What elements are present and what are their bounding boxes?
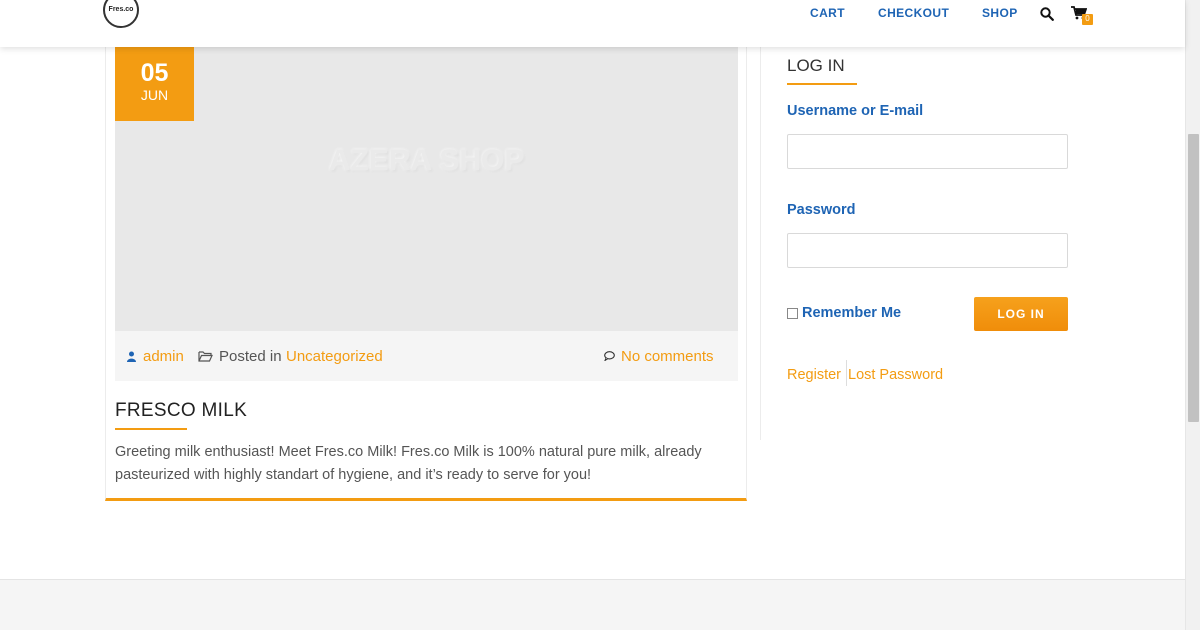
site-footer [0, 579, 1185, 630]
login-widget-underline [787, 83, 857, 85]
page-scrollbar[interactable] [1185, 0, 1200, 630]
post-date-month: JUN [140, 87, 169, 103]
post-meta-bar: admin Posted in Uncategorized No comment… [115, 331, 738, 381]
post-excerpt: Greeting milk enthusiast! Meet Fres.co M… [115, 444, 702, 483]
login-button[interactable]: LOG IN [974, 297, 1068, 331]
blog-post-card: AZERA SHOP 05 JUN admin Posted in Uncate… [105, 40, 747, 501]
login-widget-title: LOG IN [787, 56, 845, 75]
password-input[interactable] [787, 233, 1068, 268]
site-header: Fres.co CART CHECKOUT SHOP 0 [0, 0, 1185, 47]
post-title[interactable]: FRESCO MILK [115, 400, 247, 422]
post-author-link[interactable]: admin [143, 348, 184, 365]
post-date-day: 05 [140, 59, 169, 87]
remember-me-label[interactable]: Remember Me [802, 305, 901, 321]
post-comments-link[interactable]: No comments [621, 348, 714, 365]
nav-shop-link[interactable]: SHOP [982, 6, 1018, 20]
username-label: Username or E-mail [787, 103, 924, 119]
username-input[interactable] [787, 134, 1068, 169]
register-link[interactable]: Register [787, 367, 841, 383]
post-date-badge: 05 JUN [115, 43, 194, 121]
search-icon[interactable] [1040, 7, 1054, 21]
image-watermark: AZERA SHOP [328, 144, 525, 177]
post-category-link[interactable]: Uncategorized [286, 348, 383, 365]
remember-me-checkbox[interactable] [787, 308, 798, 319]
cart-count-badge: 0 [1082, 14, 1093, 25]
comment-icon [604, 351, 615, 361]
sidebar-divider [760, 47, 761, 440]
user-icon [127, 351, 136, 362]
post-featured-image[interactable]: AZERA SHOP [115, 41, 738, 331]
links-separator [846, 360, 847, 386]
logo-text: Fres.co [108, 6, 134, 13]
password-label: Password [787, 202, 856, 218]
post-title-underline [115, 428, 187, 430]
nav-cart-link[interactable]: CART [810, 6, 845, 20]
posted-in-label: Posted in [219, 348, 282, 365]
site-logo[interactable]: Fres.co [103, 0, 139, 28]
lost-password-link[interactable]: Lost Password [848, 367, 943, 383]
scrollbar-thumb[interactable] [1188, 134, 1199, 422]
folder-icon [198, 351, 213, 362]
nav-checkout-link[interactable]: CHECKOUT [878, 6, 949, 20]
